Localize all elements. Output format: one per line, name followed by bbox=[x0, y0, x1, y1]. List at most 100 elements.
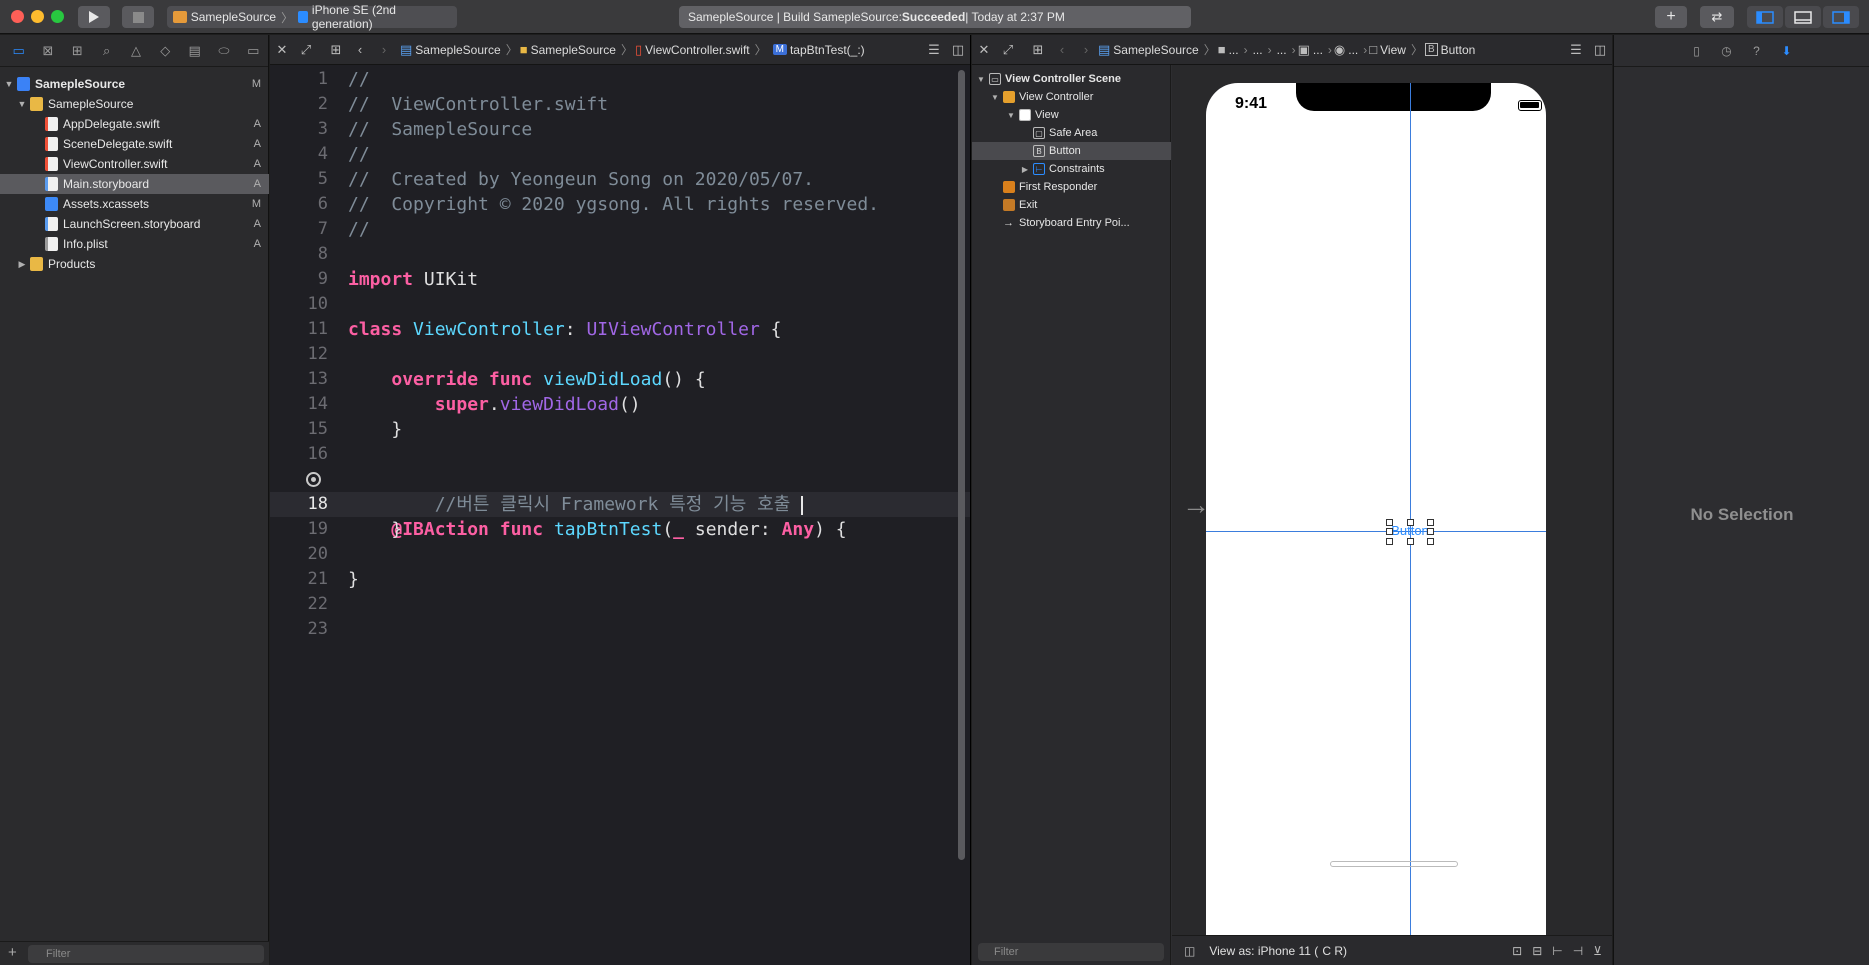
breadcrumb-file[interactable]: ViewController.swift bbox=[645, 43, 749, 57]
breadcrumb-scene[interactable]: ... bbox=[1277, 43, 1287, 57]
debug-icon[interactable]: ▤ bbox=[180, 35, 209, 67]
source-control-icon[interactable]: ⊠ bbox=[33, 35, 62, 67]
code-review-button[interactable]: ⇄ bbox=[1700, 6, 1734, 28]
disclosure-open-icon[interactable]: ▼ bbox=[17, 99, 27, 109]
folder-icon[interactable]: ▭ bbox=[4, 35, 33, 67]
resize-handle[interactable] bbox=[1427, 538, 1434, 545]
breadcrumb-group[interactable]: SamepleSource bbox=[531, 43, 616, 57]
disclosure-closed-icon[interactable]: ▶ bbox=[1020, 165, 1030, 174]
back-icon[interactable]: ‹ bbox=[1050, 42, 1074, 57]
resize-handle[interactable] bbox=[1386, 528, 1393, 535]
disclosure-open-icon[interactable]: ▼ bbox=[990, 93, 1000, 102]
forward-icon[interactable]: › bbox=[372, 42, 396, 57]
resize-handle[interactable] bbox=[1407, 519, 1414, 526]
outline-item-safearea[interactable]: ▢ Safe Area bbox=[972, 124, 1171, 142]
toggle-inspector-button[interactable] bbox=[1823, 6, 1859, 28]
nav-item-appdelegate[interactable]: AppDelegate.swift A bbox=[0, 114, 269, 134]
embed-in-icon[interactable]: ⊟ bbox=[1532, 944, 1542, 958]
toggle-debug-area-button[interactable] bbox=[1785, 6, 1821, 28]
close-editor-icon[interactable]: ✕ bbox=[270, 42, 294, 58]
resize-handle[interactable] bbox=[1407, 538, 1414, 545]
outline-item-viewcontroller[interactable]: ▼ View Controller bbox=[972, 88, 1171, 106]
outline-item-button[interactable]: B Button bbox=[972, 142, 1171, 160]
outline-item-entry-point[interactable]: → Storyboard Entry Poi... bbox=[972, 214, 1171, 232]
file-inspector-icon[interactable]: ▯ bbox=[1687, 41, 1707, 61]
disclosure-open-icon[interactable]: ▼ bbox=[4, 79, 14, 89]
back-icon[interactable]: ‹ bbox=[348, 42, 372, 57]
close-editor-icon[interactable]: ✕ bbox=[972, 42, 996, 58]
search-icon[interactable]: ⌕ bbox=[92, 35, 121, 67]
add-editor-icon[interactable]: ◫ bbox=[946, 42, 970, 58]
breadcrumb-file[interactable]: ... bbox=[1253, 43, 1263, 57]
stop-button[interactable] bbox=[122, 6, 154, 28]
breadcrumb-view[interactable]: View bbox=[1380, 43, 1406, 57]
expand-icon[interactable]: ⤢ bbox=[294, 42, 318, 58]
breadcrumb-button[interactable]: Button bbox=[1441, 43, 1476, 57]
outline-item-constraints[interactable]: ▶ ⊢ Constraints bbox=[972, 160, 1171, 178]
warning-icon[interactable]: △ bbox=[121, 35, 150, 67]
nav-item-products[interactable]: ▶ Products bbox=[0, 254, 269, 274]
breadcrumb-method[interactable]: tapBtnTest(_:) bbox=[790, 43, 865, 57]
nav-item-viewcontroller[interactable]: ViewController.swift A bbox=[0, 154, 269, 174]
ibaction-connection-icon[interactable] bbox=[306, 472, 321, 487]
device-name[interactable]: iPhone SE (2nd generation) bbox=[312, 3, 457, 31]
disclosure-closed-icon[interactable]: ▶ bbox=[17, 259, 27, 270]
nav-item-project[interactable]: ▼ SamepleSource M bbox=[0, 74, 269, 94]
attributes-inspector-icon[interactable]: ⬇ bbox=[1777, 41, 1797, 61]
add-file-icon[interactable]: + bbox=[8, 944, 17, 961]
library-button[interactable]: + bbox=[1655, 6, 1687, 28]
outline-filter-input[interactable]: Filter bbox=[978, 943, 1164, 961]
resolve-issues-icon[interactable]: ⊻ bbox=[1593, 944, 1602, 958]
help-icon[interactable]: ? bbox=[1747, 41, 1767, 61]
breakpoint-icon[interactable]: ⬭ bbox=[209, 35, 238, 67]
related-items-icon[interactable]: ⊞ bbox=[1026, 42, 1050, 58]
iphone-scene[interactable]: 9:41 Button bbox=[1206, 83, 1546, 935]
run-button[interactable] bbox=[78, 6, 110, 28]
nav-item-assets[interactable]: Assets.xcassets M bbox=[0, 194, 269, 214]
minimize-window-button[interactable] bbox=[31, 10, 44, 23]
outline-item-exit[interactable]: Exit bbox=[972, 196, 1171, 214]
resize-handle[interactable] bbox=[1386, 519, 1393, 526]
report-icon[interactable]: ▭ bbox=[239, 35, 268, 67]
breadcrumb-viewcontroller[interactable]: ... bbox=[1313, 43, 1323, 57]
add-editor-icon[interactable]: ◫ bbox=[1588, 42, 1612, 58]
align-icon[interactable]: ⊢ bbox=[1552, 944, 1562, 958]
breadcrumb-project[interactable]: SamepleSource bbox=[415, 43, 500, 57]
breadcrumb-group[interactable]: ... bbox=[1229, 43, 1239, 57]
outline-toggle-icon[interactable]: ◫ bbox=[1184, 944, 1195, 958]
scheme-selector[interactable]: SamepleSource 〉 iPhone SE (2nd generatio… bbox=[167, 3, 457, 31]
disclosure-open-icon[interactable]: ▼ bbox=[1006, 111, 1016, 120]
editor-options-icon[interactable]: ☰ bbox=[922, 42, 946, 58]
related-items-icon[interactable]: ⊞ bbox=[324, 42, 348, 58]
close-window-button[interactable] bbox=[11, 10, 24, 23]
nav-item-group[interactable]: ▼ SamepleSource bbox=[0, 94, 269, 114]
storyboard-canvas[interactable]: → 9:41 Button bbox=[1172, 65, 1612, 935]
forward-icon[interactable]: › bbox=[1074, 42, 1098, 57]
expand-icon[interactable]: ⤢ bbox=[996, 42, 1020, 58]
test-icon[interactable]: ◇ bbox=[151, 35, 180, 67]
breadcrumb-project[interactable]: SamepleSource bbox=[1113, 43, 1198, 57]
outline-item-first-responder[interactable]: First Responder bbox=[972, 178, 1171, 196]
outline-item-scene[interactable]: ▼ ▭ View Controller Scene bbox=[972, 70, 1171, 88]
nav-item-launchscreen[interactable]: LaunchScreen.storyboard A bbox=[0, 214, 269, 234]
zoom-window-button[interactable] bbox=[51, 10, 64, 23]
nav-item-infoplist[interactable]: Info.plist A bbox=[0, 234, 269, 254]
outline-item-view[interactable]: ▼ View bbox=[972, 106, 1171, 124]
nav-item-scenedelegate[interactable]: SceneDelegate.swift A bbox=[0, 134, 269, 154]
resize-handle[interactable] bbox=[1427, 528, 1434, 535]
symbol-icon[interactable]: ⊞ bbox=[63, 35, 92, 67]
navigator-filter-input[interactable]: Filter bbox=[28, 945, 264, 963]
editor-scrollbar[interactable] bbox=[958, 70, 965, 860]
breadcrumb-ellipsis[interactable]: ... bbox=[1348, 43, 1358, 57]
history-icon[interactable]: ◷ bbox=[1717, 41, 1737, 61]
editor-options-icon[interactable]: ☰ bbox=[1564, 42, 1588, 58]
code-area[interactable]: 1 // 2 // ViewController.swift 3 // Sameple… bbox=[270, 65, 970, 965]
resize-handle[interactable] bbox=[1386, 538, 1393, 545]
view-as-label[interactable]: View as: iPhone 11 ( bbox=[1209, 944, 1318, 958]
add-constraints-icon[interactable]: ⊣ bbox=[1573, 944, 1583, 958]
resize-handle[interactable] bbox=[1427, 519, 1434, 526]
update-frames-icon[interactable]: ⊡ bbox=[1512, 944, 1522, 958]
toggle-navigator-button[interactable] bbox=[1747, 6, 1783, 28]
nav-item-main-storyboard[interactable]: Main.storyboard A bbox=[0, 174, 269, 194]
disclosure-open-icon[interactable]: ▼ bbox=[976, 75, 986, 84]
